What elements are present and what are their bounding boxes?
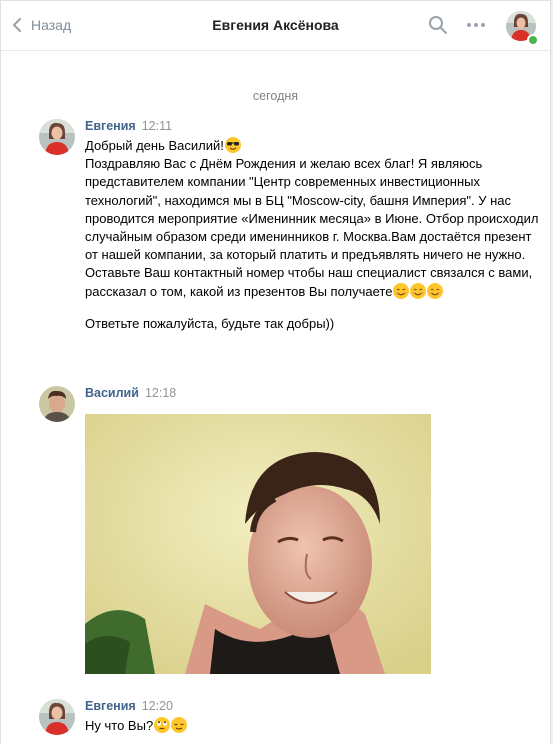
message-body: Евгения 12:11 Добрый день Василий! Поздра… bbox=[85, 119, 540, 333]
relieved-emoji bbox=[171, 717, 188, 733]
more-button[interactable] bbox=[466, 21, 486, 29]
message-line: Ну что Вы? bbox=[85, 718, 154, 733]
more-icon bbox=[467, 23, 485, 27]
smile-emoji bbox=[427, 282, 444, 299]
message-time[interactable]: 12:20 bbox=[142, 699, 173, 713]
message-item: Евгения 12:20 Ну что Вы? bbox=[39, 699, 540, 739]
author-name[interactable]: Евгения bbox=[85, 119, 136, 133]
chat-header: Назад Евгения Аксёнова bbox=[1, 1, 550, 51]
smile-emoji bbox=[410, 282, 427, 299]
message-line: Добрый день Василий! bbox=[85, 138, 224, 153]
message-line: Ответьте пожалуйста, будьте так добры)) bbox=[85, 315, 335, 331]
rolling-eyes-emoji bbox=[154, 717, 171, 733]
message-time[interactable]: 12:18 bbox=[145, 386, 176, 400]
chat-window: Назад Евгения Аксёнова сегодня Евгения 1… bbox=[0, 0, 551, 744]
message-text: Добрый день Василий! Поздравляю Вас с Дн… bbox=[85, 137, 540, 333]
author-avatar[interactable] bbox=[39, 386, 75, 422]
message-body: Василий 12:18 bbox=[85, 386, 540, 402]
message-text: Ну что Вы? bbox=[85, 717, 540, 735]
smile-emoji bbox=[393, 282, 410, 299]
message-body: Евгения 12:20 Ну что Вы? bbox=[85, 699, 540, 735]
date-separator: сегодня bbox=[252, 89, 299, 103]
message-time[interactable]: 12:11 bbox=[142, 119, 172, 133]
online-indicator bbox=[527, 34, 539, 46]
message-line: Поздравляю Вас с Днём Рождения и желаю в… bbox=[85, 156, 539, 299]
author-name[interactable]: Евгения bbox=[85, 699, 136, 713]
author-name[interactable]: Василий bbox=[85, 386, 139, 400]
sunglasses-emoji bbox=[224, 137, 241, 153]
search-icon bbox=[429, 16, 447, 34]
search-button[interactable] bbox=[428, 15, 448, 35]
photo-attachment[interactable] bbox=[85, 414, 431, 674]
author-avatar[interactable] bbox=[39, 699, 75, 735]
author-avatar[interactable] bbox=[39, 119, 75, 155]
message-item: Евгения 12:11 Добрый день Василий! Поздра… bbox=[39, 119, 540, 359]
